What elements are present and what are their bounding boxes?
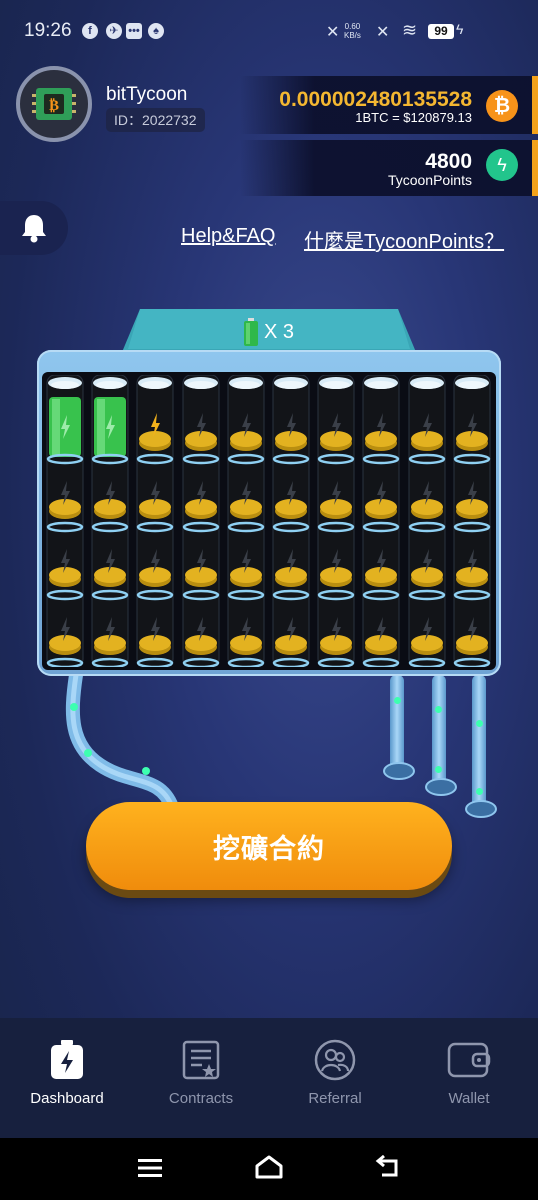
network-speed: 0.60 KB/s [344, 22, 361, 40]
system-nav-bar [0, 1138, 538, 1200]
back-icon[interactable] [374, 1155, 402, 1179]
btc-rate: 1BTC = $120879.13 [355, 110, 472, 125]
pipe-base [465, 800, 497, 818]
chip-icon: ₿ [32, 88, 76, 120]
nav-contracts[interactable]: Contracts [141, 1038, 261, 1107]
accent-bar [532, 76, 538, 134]
wifi-icon: ≋ [402, 20, 418, 40]
bitcoin-icon: ₿ [486, 90, 518, 122]
battery-cell [272, 374, 310, 669]
cable-left [65, 675, 179, 810]
referral-icon [314, 1039, 356, 1081]
charging-icon: ϟ [456, 21, 464, 37]
battery-cell [182, 374, 220, 669]
user-id: ID：2022732 [106, 108, 205, 132]
battery-grid [42, 372, 496, 670]
accent-bar [532, 140, 538, 196]
battery-cell [227, 374, 265, 669]
battery-cell [136, 374, 174, 669]
pipe [390, 675, 404, 771]
wallet-icon [447, 1042, 491, 1078]
battery-cell [46, 374, 84, 669]
pipe-base [383, 762, 415, 780]
status-bar: 19:26 f ✈ ••• ♠ ✕ 0.60 KB/s ✕ ≋ 99 ϟ [0, 0, 538, 62]
multiplier-text: X 3 [264, 320, 295, 343]
bell-icon [22, 215, 46, 243]
notification-button[interactable] [0, 201, 68, 255]
lightning-icon: ϟ [486, 149, 518, 181]
battery-charge-icon [51, 1040, 83, 1079]
nav-dashboard[interactable]: Dashboard [7, 1038, 127, 1107]
battery-icon [244, 318, 258, 346]
pipe-base [425, 778, 457, 796]
username: bitTycoon [106, 84, 188, 105]
battery-cell [408, 374, 446, 669]
message-icon: ••• [126, 23, 142, 39]
battery-cell [91, 374, 129, 669]
telegram-icon: ✈ [106, 23, 122, 39]
avatar[interactable]: ₿ [16, 66, 92, 142]
pipe-light [476, 720, 483, 727]
help-faq-link[interactable]: Help&FAQ [181, 225, 275, 248]
nav-referral[interactable]: Referral [275, 1038, 395, 1107]
vibrate-icon: ✕ [376, 24, 390, 41]
contract-icon [182, 1040, 220, 1080]
status-time: 19:26 [24, 20, 72, 41]
battery-cell [317, 374, 355, 669]
pipe-light [476, 788, 483, 795]
pipe-light [394, 697, 401, 704]
points-label: TycoonPoints [387, 172, 472, 188]
menu-icon[interactable] [138, 1158, 162, 1178]
home-icon[interactable] [254, 1154, 284, 1180]
btc-balance: 0.000002480135528 [279, 88, 472, 111]
battery-cell [453, 374, 491, 669]
mining-contract-label: 挖礦合約 [213, 833, 325, 864]
mining-contract-button[interactable]: 挖礦合約 [86, 802, 452, 890]
nav-wallet[interactable]: Wallet [409, 1038, 529, 1107]
tycoonpoints-info-link[interactable]: 什麼是TycoonPoints？ [304, 225, 504, 254]
facebook-icon: f [82, 23, 98, 39]
battery-level: 99 [428, 24, 454, 39]
mute-icon: ✕ [326, 24, 340, 41]
points-value: 4800 [425, 150, 472, 173]
svg-text:₿: ₿ [49, 96, 59, 114]
pipe-light [435, 766, 442, 773]
battery-cell [362, 374, 400, 669]
battery-multiplier: X 3 [244, 318, 294, 346]
pipe-light [435, 706, 442, 713]
qq-icon: ♠ [148, 23, 164, 39]
